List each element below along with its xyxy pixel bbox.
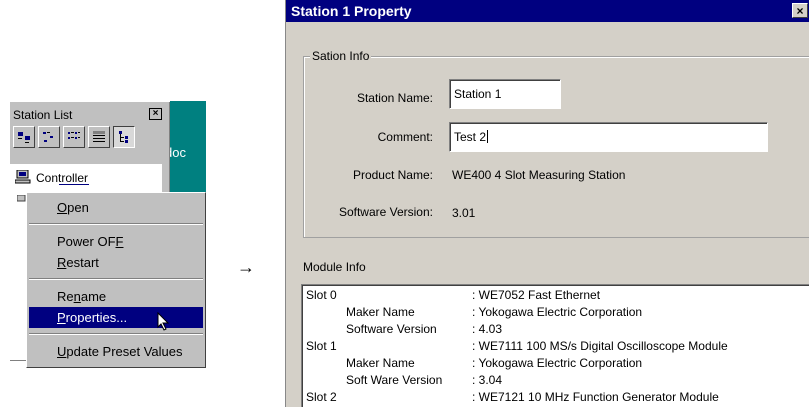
list-item: Maker Name : Yokogawa Electric Corporati… bbox=[302, 305, 809, 322]
menu-label: estart bbox=[66, 255, 99, 270]
module-info-key: Slot 0 bbox=[306, 288, 337, 302]
station-info-group-title: Sation Info bbox=[310, 49, 372, 63]
list-item: Software Version : 4.03 bbox=[302, 322, 809, 339]
menu-item-restart[interactable]: Restart bbox=[29, 252, 203, 273]
selected-station-underline bbox=[59, 184, 89, 185]
large-icons-view-icon bbox=[18, 132, 30, 143]
list-view-icon bbox=[68, 132, 80, 139]
product-name-label: Product Name: bbox=[352, 168, 433, 182]
menu-accel: P bbox=[57, 310, 66, 325]
list-item: Slot 2 : WE7121 10 MHz Function Generato… bbox=[302, 390, 809, 407]
menu-accel: R bbox=[57, 255, 67, 270]
close-icon: × bbox=[796, 4, 804, 18]
list-item: Slot 0 : WE7052 Fast Ethernet bbox=[302, 288, 809, 305]
station-name-label: Station Name: bbox=[356, 91, 433, 105]
station-list-title: Station List bbox=[13, 108, 73, 122]
dialog-close-button[interactable]: × bbox=[792, 3, 808, 18]
mouse-cursor-icon bbox=[157, 312, 170, 331]
module-info-key: Slot 2 bbox=[306, 390, 337, 404]
context-menu: Open Power OFF Restart Rename Properties… bbox=[26, 192, 206, 368]
station-list-close-button[interactable]: × bbox=[149, 108, 162, 120]
menu-item-power-off[interactable]: Power OFF bbox=[29, 231, 203, 252]
menu-separator bbox=[29, 333, 203, 335]
module-info-label: Module Info bbox=[303, 260, 366, 274]
tree-view-icon bbox=[119, 131, 128, 143]
station-list-toolbar bbox=[13, 126, 171, 152]
module-info-value: : WE7052 Fast Ethernet bbox=[472, 288, 601, 302]
module-info-value: : Yokogawa Electric Corporation bbox=[472, 356, 643, 370]
tree-view-button[interactable] bbox=[113, 126, 135, 148]
module-info-value: : 4.03 bbox=[472, 322, 503, 336]
list-item: Slot 1 : WE7111 100 MS/s Digital Oscillo… bbox=[302, 339, 809, 356]
list-item: Maker Name : Yokogawa Electric Corporati… bbox=[302, 356, 809, 373]
menu-label: roperties... bbox=[65, 310, 128, 325]
text-caret bbox=[487, 130, 489, 143]
list-item: Soft Ware Version : 3.04 bbox=[302, 373, 809, 390]
module-info-key: Software Version bbox=[346, 322, 437, 336]
menu-label: Power OFF bbox=[57, 234, 124, 249]
comment-label: Comment: bbox=[377, 130, 433, 144]
menu-item-properties[interactable]: Properties... bbox=[29, 307, 203, 331]
small-icons-view-button[interactable] bbox=[38, 126, 60, 148]
station-name-input[interactable]: Station 1 bbox=[449, 79, 561, 109]
menu-separator bbox=[29, 223, 203, 225]
menu-label: pen bbox=[67, 200, 89, 215]
comment-input[interactable]: Test 2 bbox=[449, 122, 768, 152]
large-icons-view-button[interactable] bbox=[13, 126, 35, 148]
menu-item-open[interactable]: Open bbox=[29, 197, 203, 218]
menu-separator bbox=[29, 278, 203, 280]
computer-icon bbox=[15, 170, 31, 184]
menu-accel: U bbox=[57, 344, 67, 359]
module-info-value: : WE7111 100 MS/s Digital Oscilloscope M… bbox=[472, 339, 728, 353]
module-info-key: Maker Name bbox=[346, 356, 415, 370]
software-version-label: Software Version: bbox=[338, 205, 433, 219]
module-info-key: Slot 1 bbox=[306, 339, 337, 353]
comment-value: Test 2 bbox=[454, 130, 487, 144]
menu-accel: O bbox=[57, 200, 68, 215]
list-view-button[interactable] bbox=[63, 126, 85, 148]
software-version-value: 3.01 bbox=[452, 206, 476, 220]
dialog-title-bar: Station 1 Property × bbox=[286, 0, 809, 22]
station-property-dialog: Station 1 Property × Sation Info Station… bbox=[285, 0, 809, 407]
module-info-value: : Yokogawa Electric Corporation bbox=[472, 305, 643, 319]
menu-label: pdate Preset Values bbox=[66, 344, 183, 359]
module-info-key: Maker Name bbox=[346, 305, 415, 319]
module-info-value: : 3.04 bbox=[472, 373, 503, 387]
details-view-button[interactable] bbox=[88, 126, 110, 148]
arrow-right-icon: → bbox=[237, 257, 255, 277]
module-info-value: : WE7121 10 MHz Function Generator Modul… bbox=[472, 390, 719, 404]
dialog-title: Station 1 Property bbox=[291, 3, 412, 19]
module-info-key: Soft Ware Version bbox=[346, 373, 443, 387]
product-name-value: WE400 4 Slot Measuring Station bbox=[452, 168, 626, 182]
menu-item-rename[interactable]: Rename bbox=[29, 286, 203, 307]
tree-item-label: Controller bbox=[36, 171, 89, 185]
module-info-list[interactable]: Slot 0 : WE7052 Fast Ethernet Maker Name… bbox=[301, 284, 809, 407]
details-view-icon bbox=[93, 131, 105, 142]
small-icons-view-icon bbox=[43, 132, 53, 142]
station-name-value: Station 1 bbox=[454, 87, 502, 101]
menu-label: Rename bbox=[57, 289, 107, 304]
menu-item-update-preset-values[interactable]: Update Preset Values bbox=[29, 341, 203, 362]
close-icon: × bbox=[152, 108, 159, 119]
